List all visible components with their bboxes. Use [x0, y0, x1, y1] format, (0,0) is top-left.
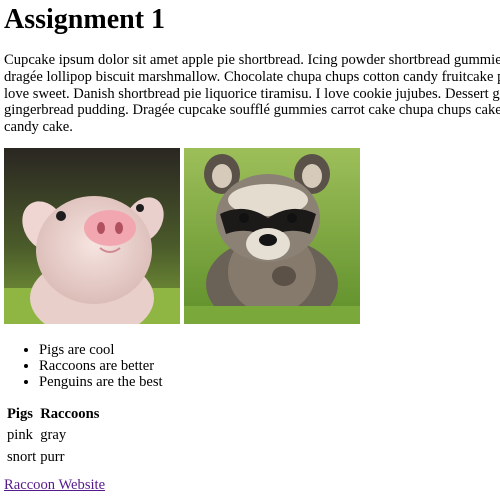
table-cell: pink: [7, 427, 33, 443]
column-header-pigs: Pigs: [7, 406, 33, 422]
animal-table: Pigs Raccoons pink gray snort purr: [4, 403, 102, 469]
image-row: [4, 148, 364, 324]
raccoon-image: [184, 148, 360, 324]
page: Assignment 1 Cupcake ipsum dolor sit ame…: [0, 0, 500, 500]
table-row: pink gray: [6, 425, 100, 445]
table-header-row: Pigs Raccoons: [6, 405, 100, 423]
column-header-raccoons: Raccoons: [40, 406, 100, 422]
bullet-list: Pigs are cool Raccoons are better Pengui…: [4, 342, 163, 390]
intro-paragraph: Cupcake ipsum dolor sit amet apple pie s…: [4, 52, 500, 136]
table-cell: purr: [40, 449, 65, 465]
raccoon-website-link[interactable]: Raccoon Website: [4, 477, 105, 494]
piglet-image: [4, 148, 180, 324]
table-cell: snort: [7, 449, 37, 465]
table-row: snort purr: [6, 447, 100, 467]
table-cell: gray: [40, 427, 67, 443]
list-item: Pigs are cool: [39, 342, 163, 358]
list-item: Raccoons are better: [39, 358, 163, 374]
list-item: Penguins are the best: [39, 374, 163, 390]
page-title: Assignment 1: [4, 4, 166, 35]
